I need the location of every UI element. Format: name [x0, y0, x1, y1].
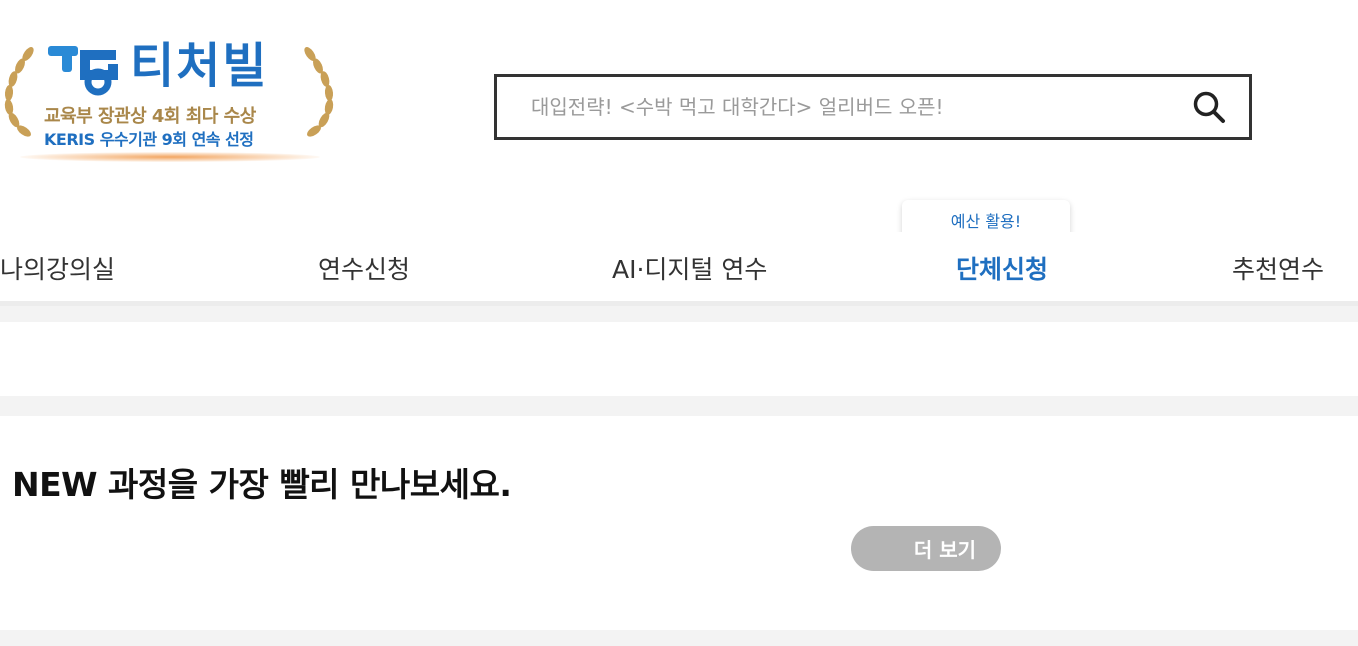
laurel-right-icon: [304, 47, 334, 137]
search-button[interactable]: [1169, 77, 1249, 137]
more-button[interactable]: 더 보기: [851, 526, 1001, 571]
nav-item-my-classroom[interactable]: 나의강의실: [0, 250, 116, 292]
new-courses-title: NEW 과정을 가장 빨리 만나보세요.: [12, 465, 512, 504]
site-logo[interactable]: 티처빌 교육부 장관상 4회 최다 수상 KERIS 우수기관 9회 연속 선정: [0, 36, 340, 171]
brand-name: 티처빌: [130, 38, 269, 94]
page: 티처빌 교육부 장관상 4회 최다 수상 KERIS 우수기관 9회 연속 선정: [0, 0, 1358, 646]
award-line-1: 교육부 장관상 4회 최다 수상: [44, 106, 256, 127]
logo-glow: [20, 152, 320, 162]
nav-item-ai-digital[interactable]: AI·디지털 연수: [612, 250, 768, 292]
main-nav: 나의강의실 연수신청 AI·디지털 연수 단체신청 추천연수: [0, 232, 1358, 306]
teacherville-mark-icon: [48, 46, 118, 96]
section-divider: [0, 396, 1358, 416]
nav-item-recommended[interactable]: 추천연수: [1232, 250, 1325, 292]
section-divider: [0, 306, 1358, 322]
award-line-2: KERIS 우수기관 9회 연속 선정: [44, 130, 254, 149]
search-input[interactable]: [497, 77, 1169, 137]
nav-item-group-apply[interactable]: 단체신청: [956, 250, 1049, 292]
nav-item-course-apply[interactable]: 연수신청: [318, 250, 411, 292]
search-icon: [1193, 91, 1225, 123]
section-divider: [0, 630, 1358, 646]
search-box: [494, 74, 1252, 140]
laurel-left-icon: [4, 47, 34, 137]
